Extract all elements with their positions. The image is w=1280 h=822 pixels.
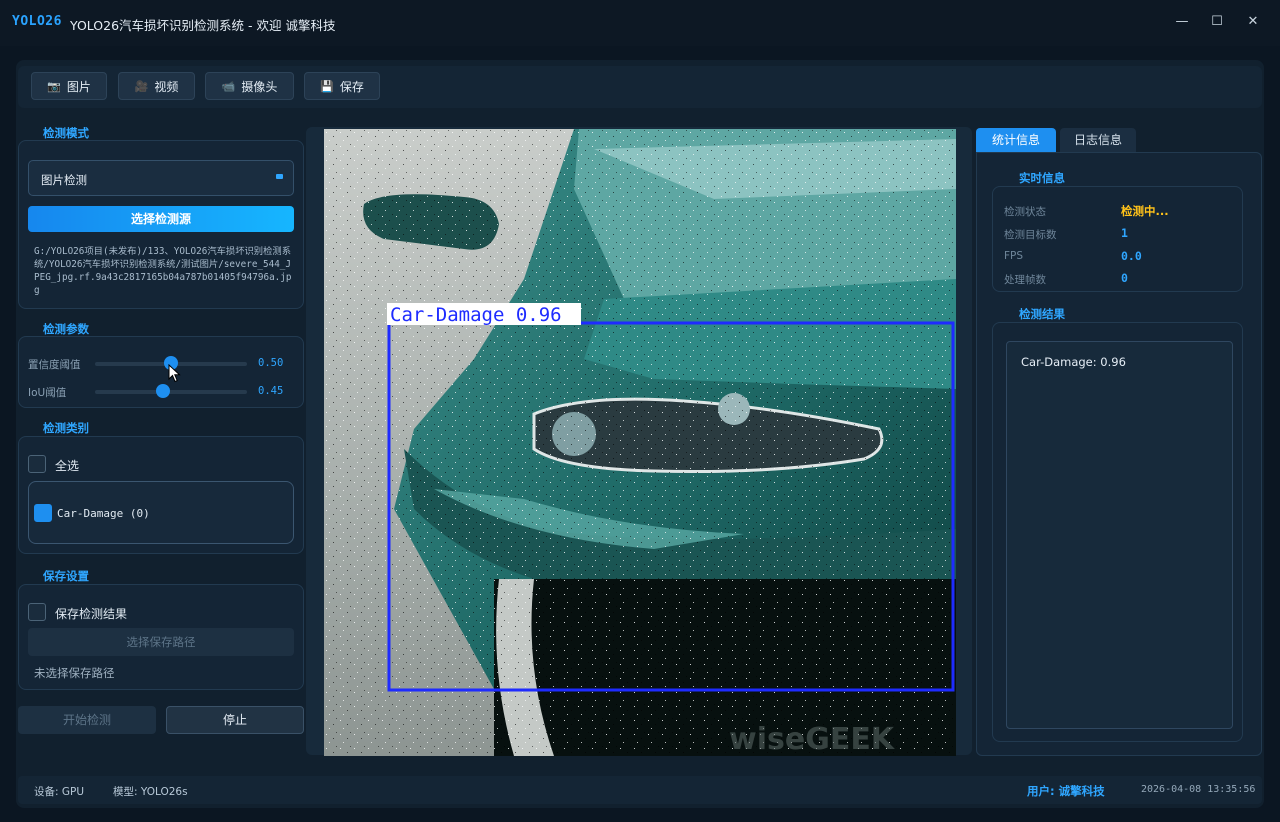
detection-params-title: 检测参数 xyxy=(43,322,89,336)
iou-slider[interactable] xyxy=(95,390,247,394)
fps-value: 0.0 xyxy=(1121,249,1142,263)
detection-image: Car-Damage 0.96 wiseGEEK xyxy=(324,129,956,756)
class-checkbox[interactable] xyxy=(34,504,52,522)
open-image-button[interactable]: 📷 图片 xyxy=(31,72,107,100)
save-path-status: 未选择保存路径 xyxy=(34,666,115,680)
confidence-label: 置信度阈值 xyxy=(28,359,81,371)
window-title: YOLO26汽车损坏识别检测系统 - 欢迎 诚擎科技 xyxy=(70,18,336,33)
choose-source-button[interactable]: 选择检测源 xyxy=(28,206,294,232)
toolbar: 📷 图片 🎥 视频 📹 摄像头 💾 保存 xyxy=(18,66,1262,108)
video-icon: 🎥 xyxy=(134,79,149,93)
dropdown-arrow-icon xyxy=(276,174,283,179)
image-watermark: wiseGEEK xyxy=(729,722,896,756)
datetime: 2026-04-08 13:35:56 xyxy=(1141,784,1256,795)
save-label: 保存 xyxy=(339,79,364,94)
minimize-button[interactable]: — xyxy=(1172,12,1192,32)
camera-icon: 📹 xyxy=(221,79,236,93)
iou-label: IoU阈值 xyxy=(28,387,67,399)
tab-log[interactable]: 日志信息 xyxy=(1060,128,1136,152)
result-item: Car-Damage: 0.96 xyxy=(1021,355,1126,369)
maximize-button[interactable]: ☐ xyxy=(1207,12,1227,32)
detection-classes-title: 检测类别 xyxy=(43,421,89,435)
title-bar: YOLO26 YOLO26汽车损坏识别检测系统 - 欢迎 诚擎科技 — ☐ ✕ xyxy=(0,0,1280,46)
status-key: 检测状态 xyxy=(1004,206,1046,218)
open-camera-label: 摄像头 xyxy=(241,79,278,94)
open-video-button[interactable]: 🎥 视频 xyxy=(118,72,195,100)
open-image-label: 图片 xyxy=(66,79,91,94)
frames-value: 0 xyxy=(1121,271,1128,285)
frames-key: 处理帧数 xyxy=(1004,274,1046,286)
save-results-label: 保存检测结果 xyxy=(55,607,128,621)
car-damage-image: Car-Damage 0.96 wiseGEEK xyxy=(324,129,956,756)
save-settings-title: 保存设置 xyxy=(43,569,89,583)
device-status: 设备: GPU xyxy=(34,786,85,798)
detection-mode-title: 检测模式 xyxy=(43,126,89,140)
choose-save-path-button[interactable]: 选择保存路径 xyxy=(28,628,294,656)
start-detection-button[interactable]: 开始检测 xyxy=(18,706,156,734)
targets-value: 1 xyxy=(1121,226,1128,240)
source-path: G:/YOLO26项目(未发布)/133、YOLO26汽车损坏识别检测系统/YO… xyxy=(34,246,292,296)
save-results-checkbox[interactable] xyxy=(28,603,46,621)
open-camera-button[interactable]: 📹 摄像头 xyxy=(205,72,294,100)
select-all-label: 全选 xyxy=(55,459,80,473)
open-video-label: 视频 xyxy=(154,79,179,94)
detection-mode-select[interactable]: 图片检测 xyxy=(28,160,294,196)
tab-stats[interactable]: 统计信息 xyxy=(976,128,1056,152)
results-list xyxy=(1006,341,1233,729)
save-icon: 💾 xyxy=(320,79,334,93)
model-status: 模型: YOLO26s xyxy=(113,786,188,798)
save-button[interactable]: 💾 保存 xyxy=(304,72,380,100)
iou-value: 0.45 xyxy=(258,385,284,397)
targets-key: 检测目标数 xyxy=(1004,229,1057,241)
realtime-info-title: 实时信息 xyxy=(1019,171,1065,185)
mouse-cursor-icon xyxy=(168,364,181,383)
app-logo: YOLO26 xyxy=(12,14,62,29)
detection-mode-value: 图片检测 xyxy=(41,173,87,187)
status-value: 检测中... xyxy=(1121,204,1169,218)
stop-button[interactable]: 停止 xyxy=(166,706,304,734)
confidence-value: 0.50 xyxy=(258,357,284,369)
fps-key: FPS xyxy=(1004,250,1024,262)
detection-label: Car-Damage 0.96 xyxy=(390,304,562,326)
image-icon: 📷 xyxy=(47,79,61,93)
select-all-checkbox[interactable] xyxy=(28,455,46,473)
detection-results-title: 检测结果 xyxy=(1019,307,1065,321)
class-label: Car-Damage (0) xyxy=(57,507,150,520)
close-button[interactable]: ✕ xyxy=(1243,12,1263,32)
user-label: 用户: 诚擎科技 xyxy=(1027,784,1105,798)
